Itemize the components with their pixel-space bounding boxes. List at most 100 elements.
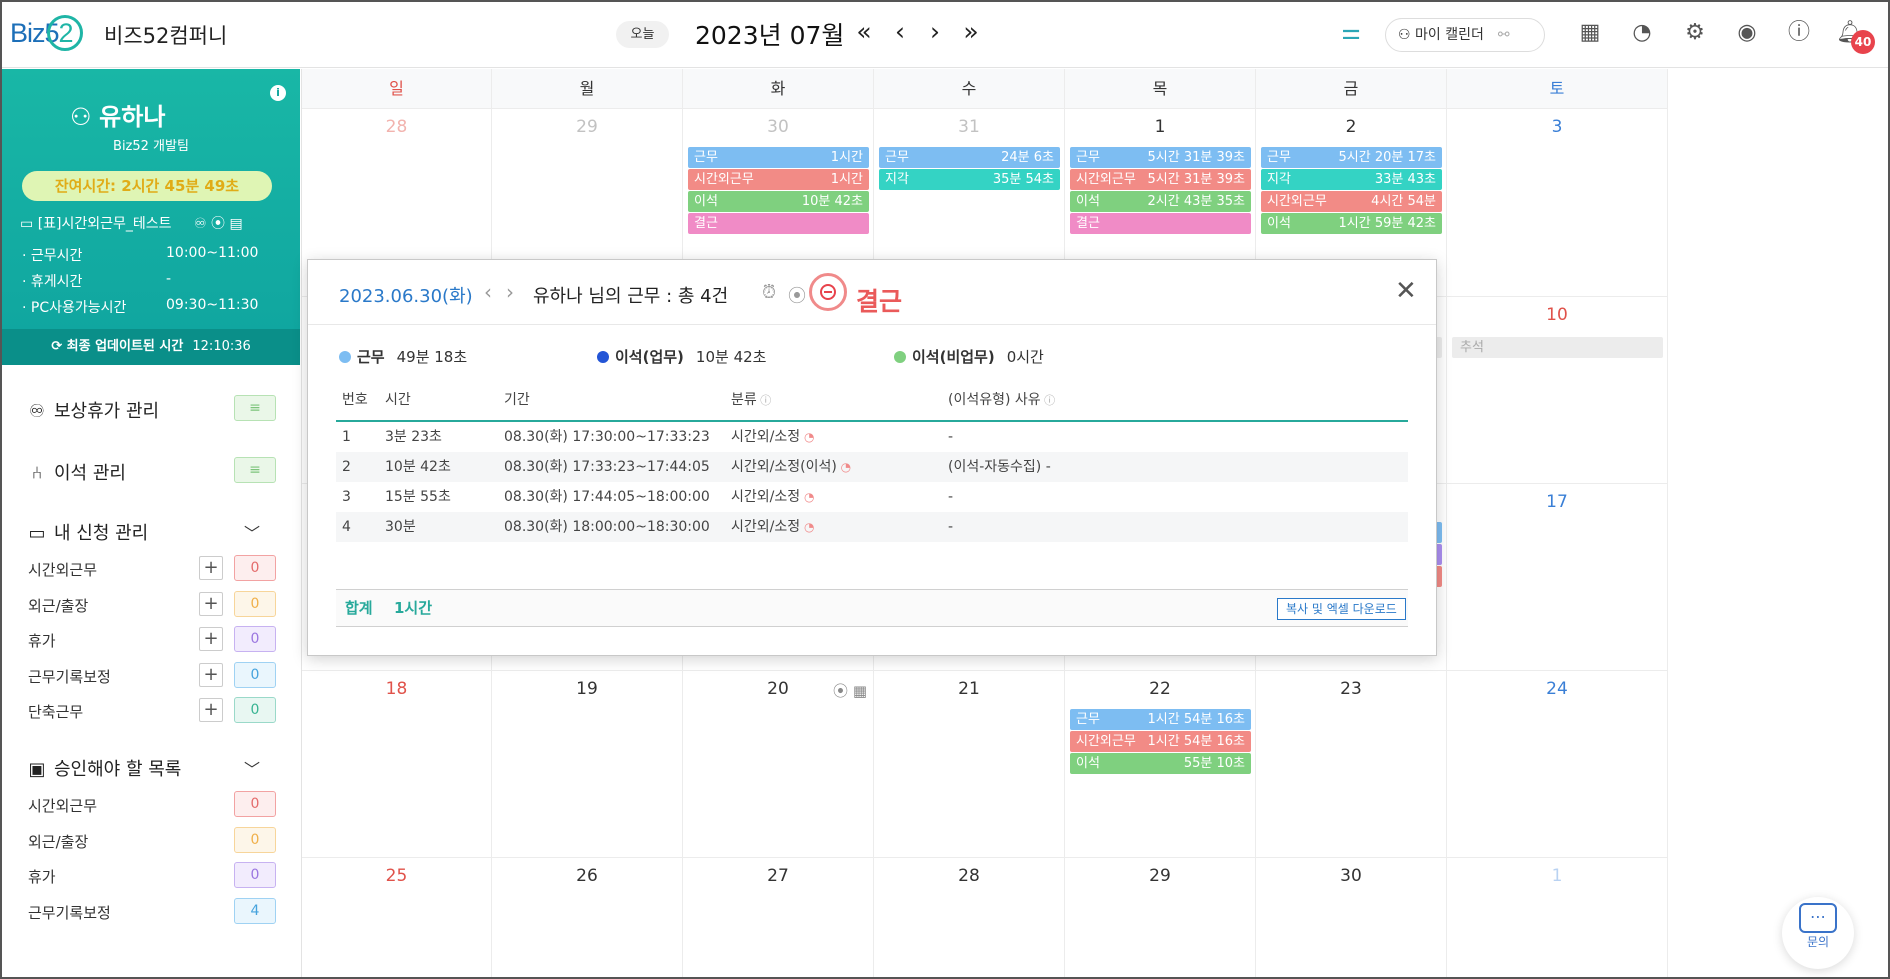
event-bar[interactable]: 근무 1시간 54분 16초 <box>1070 709 1251 730</box>
absent-minus-icon[interactable] <box>809 273 847 311</box>
event-bar[interactable]: 결근 <box>688 213 869 234</box>
day-cell[interactable]: 21 <box>874 671 1065 858</box>
approval-item-label[interactable]: 휴가 <box>28 866 56 887</box>
day-cell[interactable]: 18 <box>302 671 492 858</box>
table-row[interactable]: 1 3분 23초 08.30(화) 17:30:00~17:33:23 시간외/소정 … <box>336 422 1408 452</box>
event-bar[interactable]: 근무 24분 6초 <box>879 147 1060 168</box>
day-cell[interactable]: 10 추석 <box>1447 297 1668 484</box>
event-bar[interactable]: 이석 2시간 43분 35초 <box>1070 191 1251 212</box>
event-bar[interactable]: 시간외근무 4시간 54분 <box>1261 191 1442 212</box>
event-bar[interactable]: 이석 1시간 59분 42초 <box>1261 213 1442 234</box>
add-icon[interactable]: + <box>199 591 223 616</box>
holiday-bar[interactable]: 추석 <box>1452 337 1663 358</box>
approvals-header[interactable]: ▣ 승인해야 할 목록 <box>26 755 181 781</box>
day-cell[interactable]: 23 <box>1256 671 1447 858</box>
event-bar[interactable]: 시간외근무 1시간 54분 16초 <box>1070 731 1251 752</box>
event-bar[interactable]: 시간외근무 5시간 31분 39초 <box>1070 169 1251 190</box>
day-cell[interactable]: 19 <box>492 671 683 858</box>
event-bar[interactable]: 이석 55분 10초 <box>1070 753 1251 774</box>
biz52-logo[interactable]: Biz52 <box>10 15 83 51</box>
request-item-label[interactable]: 시간외근무 <box>28 559 97 580</box>
calendar-icon[interactable]: ▦ <box>1575 18 1605 48</box>
table-row[interactable]: 3 15분 55초 08.30(화) 17:44:05~18:00:00 시간외/소정… <box>336 482 1408 512</box>
comp-leave-menu[interactable]: ♾ 보상휴가 관리 <box>26 397 159 423</box>
chevron-down-icon[interactable]: ﹀ <box>244 756 260 780</box>
approval-item-label[interactable]: 근무기록보정 <box>28 902 111 923</box>
info-icon[interactable]: ⓘ <box>757 394 771 407</box>
request-item-label[interactable]: 휴가 <box>28 630 56 651</box>
request-item-label[interactable]: 외근/출장 <box>28 595 88 616</box>
day-cell[interactable]: 24 <box>1447 671 1668 858</box>
event-bar[interactable]: 지각 33분 43초 <box>1261 169 1442 190</box>
my-requests-header[interactable]: ▭ 내 신청 관리 <box>26 519 148 545</box>
location-icon[interactable]: ⦿ <box>833 682 848 700</box>
pie-chart-icon[interactable]: ◔ <box>1627 18 1657 48</box>
day-cell[interactable]: 30 <box>1256 858 1447 977</box>
table-row[interactable]: 4 30분 08.30(화) 18:00:00~18:30:00 시간외/소정 ◔ - <box>336 512 1408 542</box>
event-bar[interactable]: 근무 1시간 <box>688 147 869 168</box>
event-bar[interactable]: 근무 5시간 20분 17초 <box>1261 147 1442 168</box>
info-icon[interactable]: i <box>270 85 286 101</box>
info-icon[interactable]: ⓘ <box>1041 394 1055 407</box>
day-cell[interactable]: 26 <box>492 858 683 977</box>
day-cell[interactable]: 29 <box>1065 858 1256 977</box>
add-icon[interactable]: + <box>199 698 223 722</box>
event-bar[interactable]: 결근 <box>1070 213 1251 234</box>
last-month-button[interactable]: » <box>957 16 985 48</box>
away-menu[interactable]: ⑃ 이석 관리 <box>26 459 126 485</box>
download-button[interactable]: 복사 및 엑셀 다운로드 <box>1277 598 1406 620</box>
request-item-label[interactable]: 단축근무 <box>28 701 83 722</box>
day-cell[interactable]: 28 <box>874 858 1065 977</box>
event-bar[interactable]: 이석 10분 42초 <box>688 191 869 212</box>
gear-icon[interactable]: ⚙ <box>1680 18 1710 48</box>
request-count-badge[interactable]: 0 <box>234 697 276 723</box>
prev-day-button[interactable]: ‹ <box>484 280 492 304</box>
approval-count-badge[interactable]: 4 <box>234 897 276 924</box>
request-count-badge[interactable]: 0 <box>234 590 276 617</box>
location-icon[interactable]: ⦿ <box>788 282 806 308</box>
account-icon[interactable]: ◉ <box>1732 18 1762 48</box>
day-cell[interactable]: 27 <box>683 858 874 977</box>
away-list-button[interactable]: ≡ <box>234 457 276 483</box>
approval-count-badge[interactable]: 0 <box>234 791 276 817</box>
event-bar[interactable]: 근무 5시간 31분 39초 <box>1070 147 1251 168</box>
help-icon[interactable]: ⓘ <box>1784 18 1814 48</box>
close-icon[interactable]: ✕ <box>1395 276 1417 306</box>
day-cell[interactable]: 25 <box>302 858 492 977</box>
my-calendar-toggle[interactable]: ⚇ 마이 캘린더 ⚯ <box>1385 18 1545 52</box>
next-day-button[interactable]: › <box>506 280 514 304</box>
document-icon[interactable]: ▤ <box>229 216 242 232</box>
day-cell[interactable]: 20 ⦿ ▦ <box>683 671 874 858</box>
request-item-label[interactable]: 근무기록보정 <box>28 666 111 687</box>
prev-month-button[interactable]: ‹ <box>886 16 914 48</box>
approval-count-badge[interactable]: 0 <box>234 862 276 888</box>
request-count-badge[interactable]: 0 <box>234 626 276 652</box>
comp-leave-icon[interactable]: ♾ <box>194 216 207 232</box>
row-reason: - <box>948 422 953 452</box>
request-count-badge[interactable]: 0 <box>234 661 276 688</box>
add-icon[interactable]: + <box>199 662 223 687</box>
add-icon[interactable]: + <box>199 556 223 580</box>
filter-sliders-icon[interactable]: ⚌ <box>1336 18 1366 48</box>
add-icon[interactable]: + <box>199 627 223 651</box>
day-cell[interactable]: 17 <box>1447 484 1668 671</box>
approval-item-label[interactable]: 외근/출장 <box>28 831 88 852</box>
approval-count-badge[interactable]: 0 <box>234 826 276 853</box>
chevron-down-icon[interactable]: ﹀ <box>244 520 260 544</box>
alarm-icon[interactable]: ⏰︎ <box>762 282 776 303</box>
day-cell[interactable]: 1 <box>1447 858 1668 977</box>
today-button[interactable]: 오늘 <box>616 21 669 48</box>
inquiry-button[interactable]: ⋯ 문의 <box>1782 897 1854 969</box>
next-month-button[interactable]: › <box>921 16 949 48</box>
last-updated-bar[interactable]: ⟳ 최종 업데이트된 시간 12:10:36 <box>2 329 300 365</box>
first-month-button[interactable]: « <box>850 16 878 48</box>
event-bar[interactable]: 지각 35분 54초 <box>879 169 1060 190</box>
request-count-badge[interactable]: 0 <box>234 555 276 581</box>
comp-leave-list-button[interactable]: ≡ <box>234 395 276 421</box>
event-bar[interactable]: 시간외근무 1시간 <box>688 169 869 190</box>
location-icon[interactable]: ⦿ <box>211 216 225 232</box>
day-cell[interactable]: 3 <box>1447 109 1668 297</box>
calendar-icon[interactable]: ▦ <box>853 682 867 700</box>
approval-item-label[interactable]: 시간외근무 <box>28 795 97 816</box>
table-row[interactable]: 2 10분 42초 08.30(화) 17:33:23~17:44:05 시간외/소정… <box>336 452 1408 482</box>
